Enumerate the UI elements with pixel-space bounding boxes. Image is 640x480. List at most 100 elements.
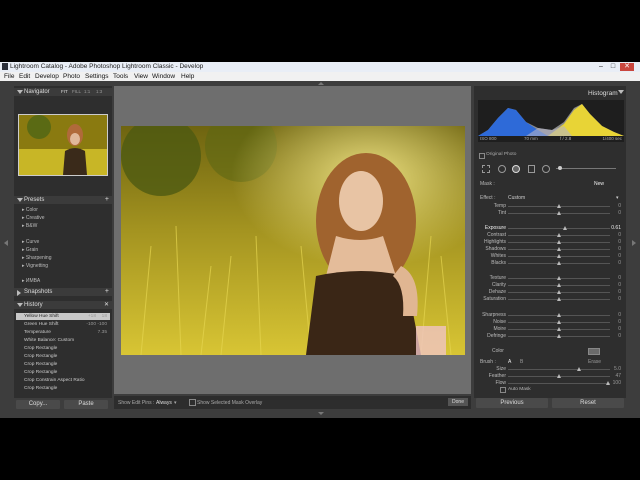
- navigator-header[interactable]: Navigator FIT FILL 1:1 1:3: [14, 88, 112, 96]
- slider-track[interactable]: [508, 383, 610, 384]
- radial-filter-icon[interactable]: [542, 165, 550, 173]
- show-edit-pins-select[interactable]: Always: [156, 400, 172, 406]
- slider-blacks[interactable]: Blacks 0: [478, 260, 624, 267]
- history-step[interactable]: Green Hue Shift -100 -100: [16, 321, 110, 328]
- slider-thumb[interactable]: [557, 283, 561, 287]
- menu-settings[interactable]: Settings: [85, 73, 109, 80]
- slider-value[interactable]: 0: [618, 296, 621, 302]
- original-photo-checkbox[interactable]: [479, 153, 485, 159]
- brush-b-tab[interactable]: B: [520, 359, 523, 365]
- slider-thumb[interactable]: [557, 247, 561, 251]
- previous-button[interactable]: Previous: [476, 398, 548, 408]
- slider-value[interactable]: 100: [613, 380, 621, 386]
- menu-photo[interactable]: Photo: [63, 73, 80, 80]
- history-step[interactable]: Crop Rectangle: [16, 369, 110, 376]
- menu-help[interactable]: Help: [181, 73, 194, 80]
- mask-overlay-checkbox[interactable]: [189, 399, 196, 406]
- preset-folder-sharpening[interactable]: ▸ Sharpening: [22, 255, 51, 261]
- slider-thumb[interactable]: [557, 261, 561, 265]
- add-preset-icon[interactable]: +: [105, 196, 109, 203]
- slider-contrast[interactable]: Contrast 0: [478, 232, 624, 239]
- slider-thumb[interactable]: [557, 254, 561, 258]
- slider-thumb[interactable]: [557, 240, 561, 244]
- preset-folder-curve[interactable]: ▸ Curve: [22, 239, 39, 245]
- effect-preset-select[interactable]: Custom: [508, 195, 525, 201]
- top-panel-toggle-icon[interactable]: [318, 82, 324, 85]
- slider-thumb[interactable]: [557, 233, 561, 237]
- slider-value[interactable]: 0: [618, 203, 621, 209]
- navigator-preview[interactable]: [18, 114, 108, 176]
- slider-tint[interactable]: Tint 0: [478, 210, 624, 217]
- spot-removal-icon[interactable]: [498, 165, 506, 173]
- brush-flow-slider[interactable]: Flow 100: [478, 380, 624, 387]
- effect-collapse-icon[interactable]: ▾: [616, 195, 619, 201]
- slider-dehaze[interactable]: Dehaze 0: [478, 289, 624, 296]
- preset-folder-vignetting[interactable]: ▸ Vignetting: [22, 263, 48, 269]
- slider-thumb[interactable]: [605, 381, 610, 385]
- auto-mask-checkbox[interactable]: [500, 387, 506, 393]
- snapshots-header[interactable]: Snapshots +: [14, 288, 112, 296]
- left-panel-toggle-icon[interactable]: [4, 240, 8, 246]
- slider-value[interactable]: 47: [615, 373, 621, 379]
- menu-edit[interactable]: Edit: [19, 73, 30, 80]
- zoom-fit[interactable]: FIT: [61, 89, 68, 94]
- brush-feather-slider[interactable]: Feather 47: [478, 373, 624, 380]
- right-panel-toggle-icon[interactable]: [632, 240, 636, 246]
- paste-button[interactable]: Paste: [64, 400, 108, 409]
- slider-defringe[interactable]: Defringe 0: [478, 333, 624, 340]
- histogram[interactable]: ISO 800 70 mm f / 2.8 1/400 sec: [478, 100, 624, 142]
- slider-thumb[interactable]: [557, 320, 561, 324]
- slider-thumb[interactable]: [557, 374, 561, 378]
- crop-tool-icon[interactable]: [482, 165, 490, 173]
- slider-value[interactable]: 0: [618, 232, 621, 238]
- slider-track[interactable]: [508, 369, 610, 370]
- slider-value[interactable]: 0: [618, 253, 621, 259]
- slider-thumb[interactable]: [563, 226, 568, 230]
- slider-noise[interactable]: Noise 0: [478, 319, 624, 326]
- slider-sharpness[interactable]: Sharpness 0: [478, 312, 624, 319]
- brush-size-slider[interactable]: Size 5.0: [478, 366, 624, 373]
- history-step[interactable]: Crop Rectangle: [16, 361, 110, 368]
- zoom-1-3[interactable]: 1:3: [96, 89, 102, 94]
- slider-thumb[interactable]: [557, 334, 561, 338]
- add-snapshot-icon[interactable]: +: [105, 288, 109, 295]
- zoom-1-1[interactable]: 1:1: [84, 89, 90, 94]
- reset-button[interactable]: Reset: [552, 398, 624, 408]
- history-header[interactable]: History ✕: [14, 301, 112, 309]
- slider-thumb[interactable]: [557, 204, 561, 208]
- minimize-button[interactable]: –: [596, 63, 606, 71]
- history-step[interactable]: Yellow Hue Shift +18 18: [16, 313, 110, 320]
- close-button[interactable]: ✕: [620, 63, 634, 71]
- history-step[interactable]: White Balance: Custom: [16, 337, 110, 344]
- preset-folder-color[interactable]: ▸ Color: [22, 207, 38, 213]
- slider-thumb[interactable]: [557, 297, 561, 301]
- clear-history-icon[interactable]: ✕: [104, 301, 109, 308]
- slider-value[interactable]: 0: [618, 326, 621, 332]
- slider-value[interactable]: 0: [618, 246, 621, 252]
- slider-value[interactable]: 5.0: [614, 366, 621, 372]
- slider-saturation[interactable]: Saturation 0: [478, 296, 624, 303]
- color-swatch[interactable]: [588, 348, 600, 355]
- slider-thumb[interactable]: [577, 367, 582, 371]
- menu-view[interactable]: View: [134, 73, 148, 80]
- slider-value[interactable]: 0: [618, 312, 621, 318]
- slider-texture[interactable]: Texture 0: [478, 275, 624, 282]
- bottom-panel-toggle-icon[interactable]: [318, 412, 324, 415]
- preset-folder-creative[interactable]: ▸ Creative: [22, 215, 45, 221]
- slider-shadows[interactable]: Shadows 0: [478, 246, 624, 253]
- preset-folder-grain[interactable]: ▸ Grain: [22, 247, 38, 253]
- new-mask-button[interactable]: New: [594, 181, 604, 187]
- slider-exposure[interactable]: Exposure 0.61: [478, 225, 624, 232]
- history-step[interactable]: Crop Rectangle: [16, 385, 110, 392]
- presets-header[interactable]: Presets +: [14, 196, 112, 204]
- preset-folder-bw[interactable]: ▸ B&W: [22, 223, 37, 229]
- slider-thumb[interactable]: [557, 313, 561, 317]
- menu-window[interactable]: Window: [152, 73, 175, 80]
- slider-moire[interactable]: Moire 0: [478, 326, 624, 333]
- slider-highlights[interactable]: Highlights 0: [478, 239, 624, 246]
- slider-value[interactable]: 0: [618, 210, 621, 216]
- slider-value[interactable]: 0.61: [611, 225, 621, 231]
- zoom-fill[interactable]: FILL: [72, 89, 81, 94]
- maximize-button[interactable]: □: [608, 63, 618, 71]
- slider-value[interactable]: 0: [618, 289, 621, 295]
